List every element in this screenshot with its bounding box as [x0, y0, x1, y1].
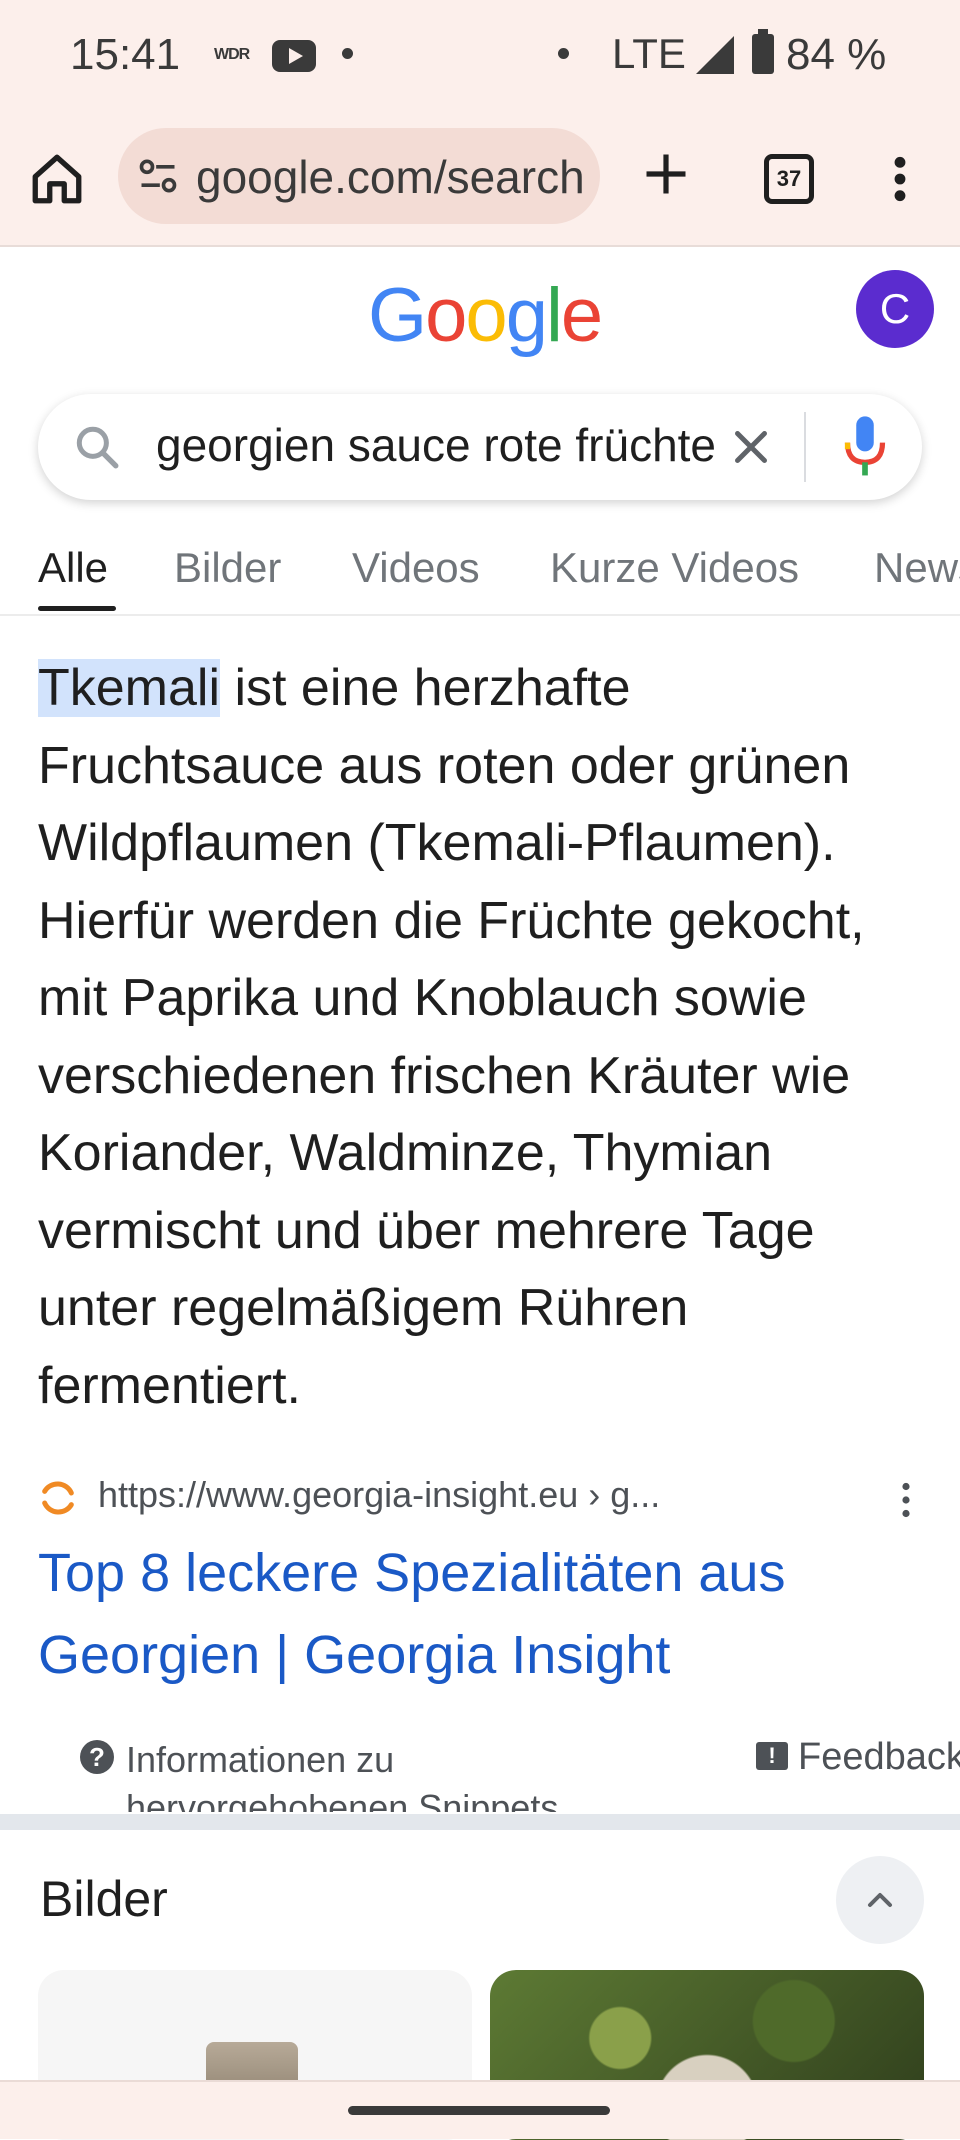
- tab-alle[interactable]: Alle: [38, 544, 108, 592]
- notification-dot-icon: [342, 48, 353, 59]
- microphone-icon[interactable]: [838, 412, 892, 482]
- feedback-icon: !: [756, 1742, 788, 1770]
- favicon-icon: [42, 1481, 74, 1515]
- clear-icon[interactable]: [724, 420, 778, 474]
- snippet-footer: ? Informationen zu hervorgehobenen Snipp…: [0, 1732, 960, 1812]
- result-source[interactable]: https://www.georgia-insight.eu › g...: [38, 1470, 928, 1520]
- browser-toolbar: google.com/search 37: [0, 110, 960, 247]
- navigation-bar: [0, 2080, 960, 2139]
- search-tabs: Alle Bilder Videos Kurze Videos News: [0, 540, 960, 616]
- tab-videos[interactable]: Videos: [352, 544, 480, 592]
- search-icon: [76, 426, 119, 469]
- new-tab-icon[interactable]: [640, 148, 692, 200]
- url-text[interactable]: google.com/search: [196, 150, 586, 204]
- address-bar[interactable]: google.com/search: [118, 128, 600, 224]
- tab-switcher-button[interactable]: 37: [764, 154, 814, 204]
- help-icon: ?: [80, 1740, 114, 1774]
- home-icon[interactable]: [28, 150, 86, 208]
- battery-level: 84 %: [786, 30, 887, 79]
- snippet-info-link[interactable]: Informationen zu hervorgehobenen Snippet…: [126, 1736, 566, 1812]
- snippet-highlight: Tkemali: [38, 659, 221, 717]
- avatar[interactable]: C: [856, 270, 934, 348]
- more-vert-icon[interactable]: [890, 154, 910, 204]
- tab-bilder[interactable]: Bilder: [174, 544, 281, 592]
- network-type: LTE: [612, 30, 686, 77]
- search-divider: [804, 412, 806, 482]
- chevron-up-icon: [868, 1893, 892, 1907]
- battery-icon: [752, 29, 774, 74]
- collapse-button[interactable]: [836, 1856, 924, 1944]
- youtube-icon: [272, 40, 316, 72]
- tab-news[interactable]: News: [874, 544, 960, 592]
- featured-snippet: Tkemali ist eine herzhafte Fruchtsauce a…: [38, 650, 928, 1425]
- status-dot-icon: [558, 48, 569, 59]
- section-divider: [0, 1814, 960, 1830]
- result-url[interactable]: https://www.georgia-insight.eu › g...: [98, 1474, 660, 1516]
- google-logo[interactable]: Google: [368, 272, 603, 359]
- result-more-icon[interactable]: [900, 1482, 912, 1518]
- site-settings-icon[interactable]: [136, 154, 180, 198]
- search-box[interactable]: georgien sauce rote früchte: [38, 394, 922, 500]
- active-tab-indicator: [38, 606, 116, 611]
- gesture-handle[interactable]: [348, 2106, 610, 2115]
- signal-icon: [696, 36, 734, 74]
- result-title-link[interactable]: Top 8 leckere Spezialitäten aus Georgien…: [38, 1532, 918, 1696]
- search-input[interactable]: georgien sauce rote früchte: [156, 418, 726, 472]
- images-section-title: Bilder: [40, 1871, 168, 1927]
- status-bar: 15:41 WDR LTE 84 %: [0, 0, 960, 110]
- tab-kurze-videos[interactable]: Kurze Videos: [550, 544, 799, 592]
- feedback-link[interactable]: Feedback: [798, 1736, 960, 1779]
- snippet-text: ist eine herzhafte Fruchtsauce aus roten…: [38, 659, 865, 1415]
- wdr-icon: WDR: [214, 46, 250, 63]
- status-time: 15:41: [70, 30, 181, 79]
